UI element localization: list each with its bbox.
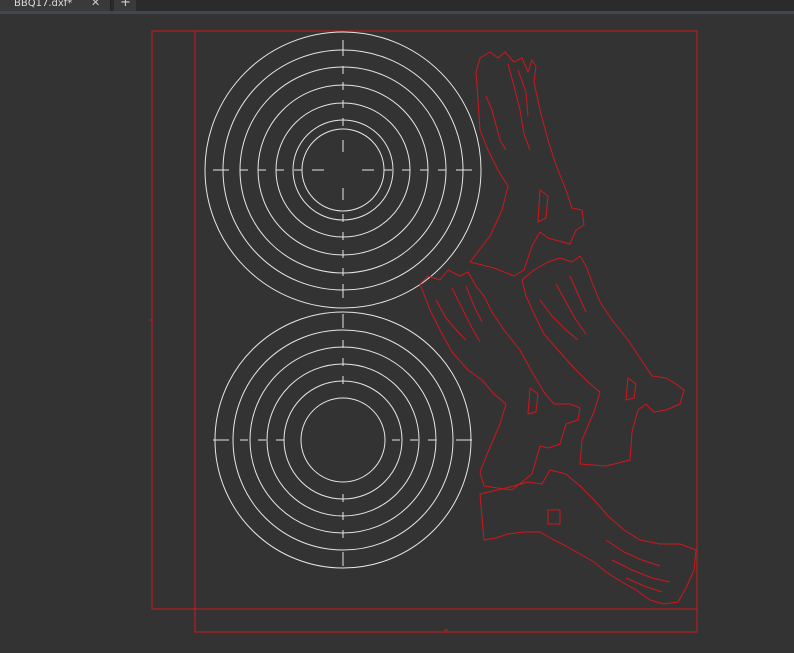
close-icon[interactable]: ✕ bbox=[91, 0, 100, 9]
target-top bbox=[204, 31, 482, 309]
target-bottom bbox=[213, 311, 472, 569]
hand-pistol-3 bbox=[521, 255, 685, 467]
add-tab-icon: + bbox=[120, 0, 131, 10]
hand-pistol-1 bbox=[469, 51, 585, 277]
drawing-canvas[interactable] bbox=[0, 14, 794, 653]
hand-pistol-2 bbox=[419, 269, 581, 491]
cad-drawing bbox=[150, 30, 698, 633]
tab-title: BBQ17.dxf* bbox=[14, 0, 73, 9]
